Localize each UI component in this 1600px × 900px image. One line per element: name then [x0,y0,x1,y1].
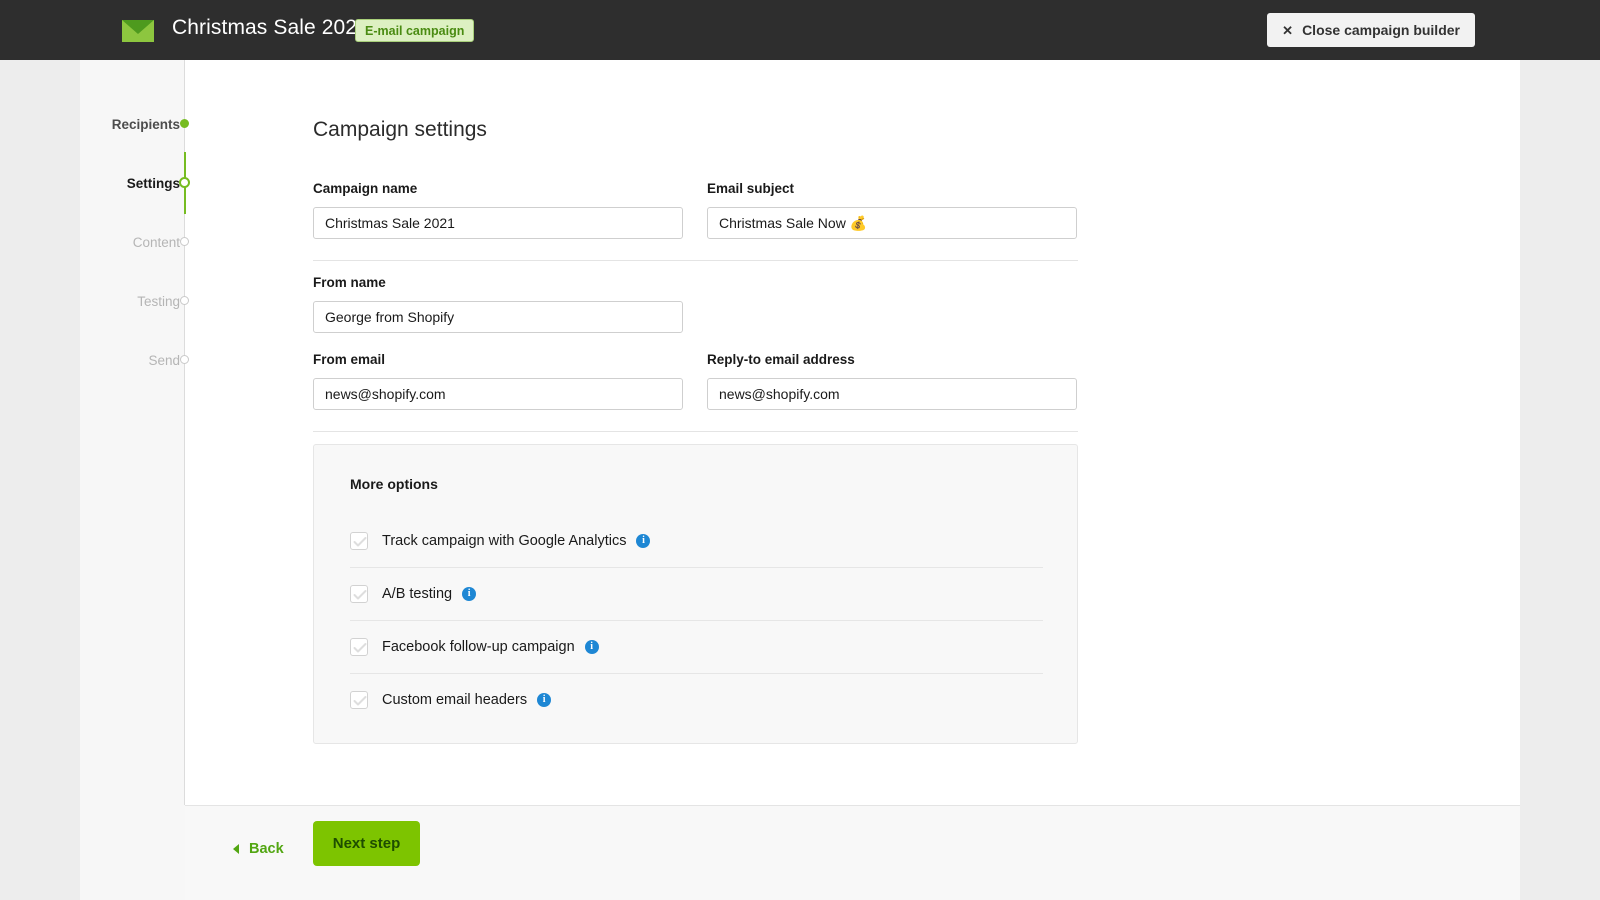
reply-to-input[interactable] [707,378,1077,410]
option-label: Custom email headers [382,692,527,708]
sidebar-item-label: Content [133,235,180,250]
top-bar: Christmas Sale 2021 E-mail campaign ✕ Cl… [0,0,1600,60]
info-icon[interactable]: i [537,693,551,707]
sidebar-item-testing[interactable]: Testing [0,292,180,310]
sidebar-item-label: Testing [137,294,180,309]
step-dot-content[interactable] [180,237,189,246]
option-label: A/B testing [382,586,452,602]
step-dot-recipients[interactable] [180,119,189,128]
from-email-input[interactable] [313,378,683,410]
option-row-facebook-followup[interactable]: Facebook follow-up campaign i [350,620,1043,673]
email-subject-input[interactable] [707,207,1077,239]
step-dot-settings[interactable] [179,177,190,188]
option-label: Track campaign with Google Analytics [382,533,626,549]
close-icon: ✕ [1282,24,1293,37]
sidebar-item-label: Send [148,353,180,368]
reply-to-label: Reply-to email address [707,352,855,367]
checkbox-google-analytics[interactable] [350,532,368,550]
back-button-label: Back [249,841,284,857]
info-icon[interactable]: i [636,534,650,548]
close-button-label: Close campaign builder [1302,22,1460,38]
sidebar-item-label: Settings [127,176,180,191]
envelope-icon [122,20,154,42]
more-options-title: More options [350,476,438,492]
sidebar-item-content[interactable]: Content [0,233,180,251]
from-email-label: From email [313,352,385,367]
option-row-custom-headers[interactable]: Custom email headers i [350,673,1043,726]
back-button[interactable]: Back [233,834,284,864]
sidebar-item-recipients[interactable]: Recipients [0,115,180,133]
wizard-footer: Back Next step [185,805,1520,900]
step-dot-send[interactable] [180,355,189,364]
checkbox-facebook-followup[interactable] [350,638,368,656]
info-icon[interactable]: i [462,587,476,601]
campaign-title: Christmas Sale 2021 [172,16,369,40]
email-subject-label: Email subject [707,181,794,196]
more-options-card: More options Track campaign with Google … [313,444,1078,744]
close-campaign-builder-button[interactable]: ✕ Close campaign builder [1267,13,1475,47]
sidebar-item-send[interactable]: Send [0,351,180,369]
campaign-type-badge: E-mail campaign [355,19,474,42]
step-dot-testing[interactable] [180,296,189,305]
checkbox-custom-headers[interactable] [350,691,368,709]
checkbox-ab-testing[interactable] [350,585,368,603]
info-icon[interactable]: i [585,640,599,654]
section-divider-1 [313,260,1078,261]
campaign-name-label: Campaign name [313,181,417,196]
from-name-label: From name [313,275,386,290]
campaign-name-input[interactable] [313,207,683,239]
option-row-ab-testing[interactable]: A/B testing i [350,567,1043,620]
from-name-input[interactable] [313,301,683,333]
sidebar-item-settings[interactable]: Settings [0,174,180,192]
chevron-left-icon [233,844,239,854]
page-title: Campaign settings [313,118,487,142]
sidebar-item-label: Recipients [112,117,180,132]
next-step-button[interactable]: Next step [313,821,420,866]
option-row-google-analytics[interactable]: Track campaign with Google Analytics i [350,514,1043,567]
page-right-gutter [1520,60,1600,900]
option-label: Facebook follow-up campaign [382,639,575,655]
section-divider-2 [313,431,1078,432]
